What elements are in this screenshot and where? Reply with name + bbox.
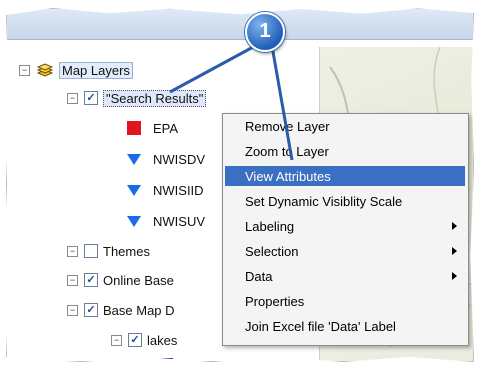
lakes-symbol bbox=[153, 353, 173, 361]
layers-icon bbox=[36, 63, 54, 77]
visibility-checkbox[interactable]: ✓ bbox=[84, 303, 98, 317]
collapse-icon[interactable]: − bbox=[111, 334, 122, 346]
tree-node-online-base[interactable]: − ✓ Online Base bbox=[67, 271, 174, 289]
tree-node-search-results[interactable]: − ✓ "Search Results" bbox=[67, 89, 207, 107]
menu-item-zoom-to-layer[interactable]: Zoom to Layer bbox=[225, 141, 465, 161]
triangle-symbol-icon bbox=[127, 215, 141, 227]
sublayer-label: NWISUV bbox=[153, 213, 205, 229]
menu-item-set-dynamic-visibility-scale[interactable]: Set Dynamic Visiblity Scale bbox=[225, 191, 465, 211]
node-label: Base Map D bbox=[103, 302, 175, 318]
collapse-icon[interactable]: − bbox=[19, 64, 30, 76]
sublayer-nwisuv[interactable]: NWISUV bbox=[127, 212, 205, 230]
layer-group-label[interactable]: "Search Results" bbox=[103, 89, 207, 107]
collapse-icon[interactable]: − bbox=[67, 304, 78, 316]
menu-item-remove-layer[interactable]: Remove Layer bbox=[225, 116, 465, 136]
visibility-checkbox[interactable]: ✓ bbox=[84, 273, 98, 287]
right-arrow-icon bbox=[452, 272, 457, 280]
sublayer-nwisdv[interactable]: NWISDV bbox=[127, 150, 205, 168]
menu-item-join-excel[interactable]: Join Excel file 'Data' Label bbox=[225, 316, 465, 336]
context-menu: Remove Layer Zoom to Layer View Attribut… bbox=[222, 113, 469, 346]
menu-item-data[interactable]: Data bbox=[225, 266, 465, 286]
triangle-symbol-icon bbox=[127, 184, 141, 196]
screenshot-frame: − Map Layers − ✓ "Search Results" EPA NW… bbox=[6, 8, 474, 362]
node-label: lakes bbox=[147, 332, 178, 348]
tree-node-themes[interactable]: − Themes bbox=[67, 242, 150, 260]
menu-item-labeling[interactable]: Labeling bbox=[225, 216, 465, 236]
visibility-checkbox[interactable]: ✓ bbox=[84, 91, 98, 105]
menu-item-view-attributes[interactable]: View Attributes bbox=[225, 166, 465, 186]
collapse-icon[interactable]: − bbox=[67, 274, 78, 286]
tree-node-map-layers[interactable]: − Map Layers bbox=[19, 61, 133, 79]
tree-node-base-map[interactable]: − ✓ Base Map D bbox=[67, 301, 175, 319]
right-arrow-icon bbox=[452, 222, 457, 230]
root-label[interactable]: Map Layers bbox=[59, 61, 133, 79]
toolbar-strip bbox=[7, 9, 473, 40]
visibility-checkbox[interactable]: ✓ bbox=[128, 333, 142, 347]
epa-symbol-icon bbox=[127, 121, 141, 135]
triangle-symbol-icon bbox=[127, 153, 141, 165]
lake-symbol-icon bbox=[153, 358, 173, 361]
collapse-icon[interactable]: − bbox=[67, 245, 78, 257]
node-label: Themes bbox=[103, 243, 150, 259]
callout-badge: 1 bbox=[245, 12, 285, 52]
menu-item-selection[interactable]: Selection bbox=[225, 241, 465, 261]
visibility-checkbox[interactable] bbox=[84, 244, 98, 258]
tree-node-lakes[interactable]: − ✓ lakes bbox=[111, 331, 177, 349]
sublayer-nwisiid[interactable]: NWISIID bbox=[127, 181, 204, 199]
sublayer-label: NWISDV bbox=[153, 151, 205, 167]
sublayer-label: EPA bbox=[153, 120, 179, 136]
sublayer-epa[interactable]: EPA bbox=[127, 119, 178, 137]
collapse-icon[interactable]: − bbox=[67, 92, 78, 104]
right-arrow-icon bbox=[452, 247, 457, 255]
menu-item-properties[interactable]: Properties bbox=[225, 291, 465, 311]
sublayer-label: NWISIID bbox=[153, 182, 204, 198]
node-label: Online Base bbox=[103, 272, 174, 288]
